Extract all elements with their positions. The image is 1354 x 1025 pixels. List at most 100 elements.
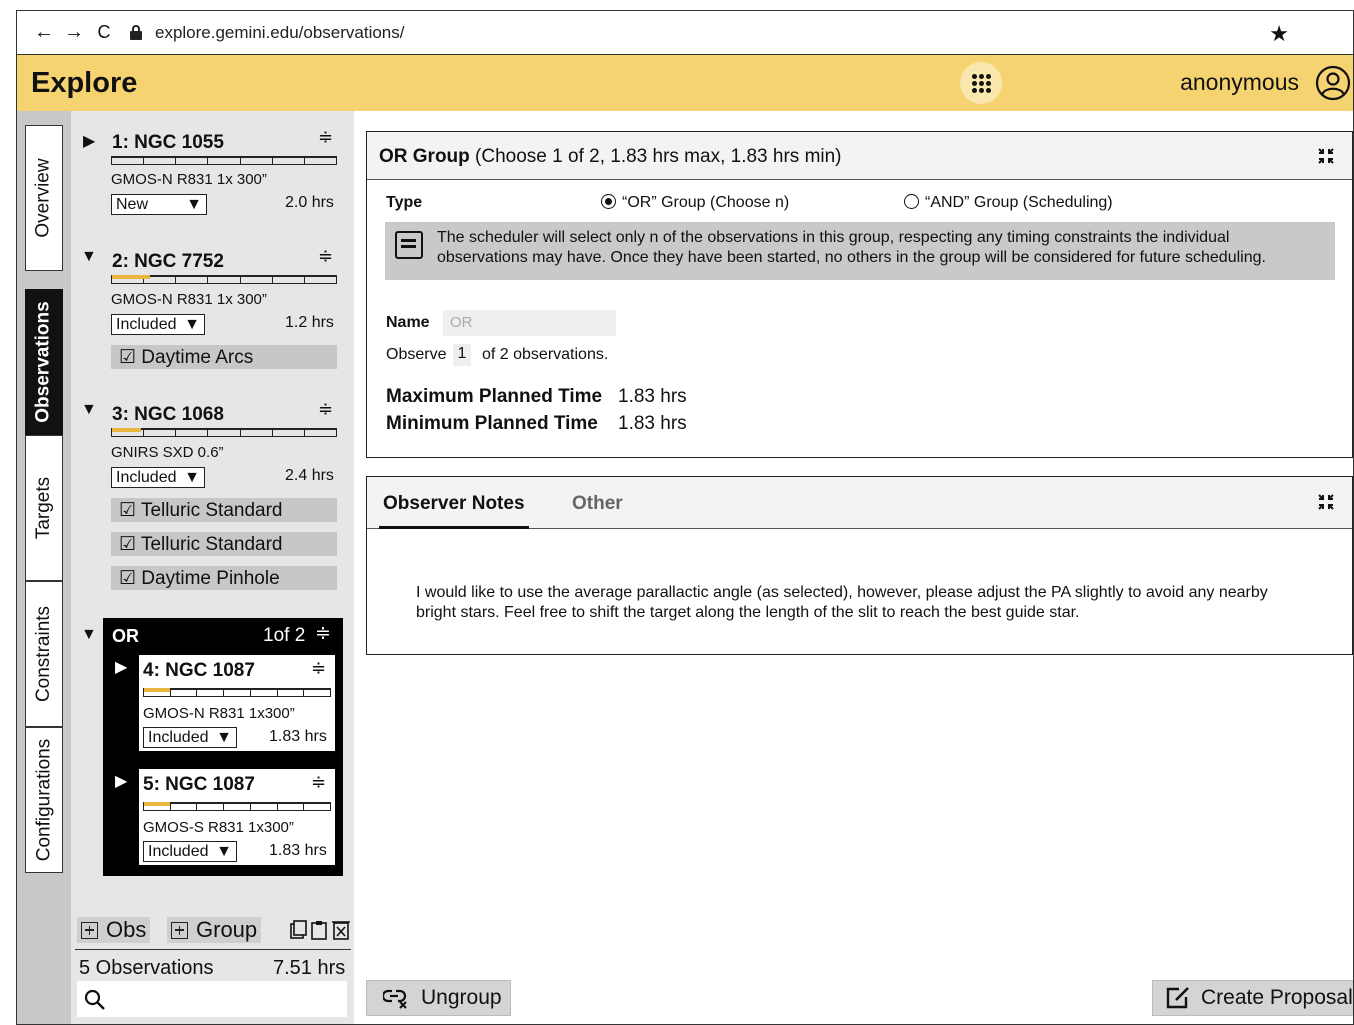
obs-config: GMOS-N R831 1x 300” xyxy=(111,171,267,188)
tab-configurations[interactable]: Configurations xyxy=(25,727,63,873)
drag-handle-icon[interactable]: ≑ xyxy=(318,246,333,267)
drag-handle-icon[interactable]: ≑ xyxy=(318,127,333,148)
group-panel-title: OR Group (Choose 1 of 2, 1.83 hrs max, 1… xyxy=(379,146,842,167)
total-hours: 7.51 hrs xyxy=(273,957,346,979)
tab-other[interactable]: Other xyxy=(572,493,623,515)
radio-empty-icon xyxy=(904,194,919,209)
back-icon[interactable]: ← xyxy=(29,21,59,44)
obs-title: 4: NGC 1087 xyxy=(143,660,255,681)
notes-tabs: Observer Notes Other xyxy=(367,477,1352,529)
progress-bar xyxy=(111,428,337,437)
drag-handle-icon[interactable]: ≑ xyxy=(315,622,331,645)
notes-panel: Observer Notes Other I would like to use… xyxy=(366,476,1353,655)
add-group-button[interactable]: Group xyxy=(167,917,262,943)
forward-icon[interactable]: → xyxy=(59,21,89,44)
type-and-radio[interactable]: “AND” Group (Scheduling) xyxy=(904,194,1113,212)
tab-observer-notes[interactable]: Observer Notes xyxy=(383,493,525,515)
bookmark-star-icon[interactable]: ★ xyxy=(1269,21,1289,47)
obs-hours: 2.0 hrs xyxy=(285,194,334,211)
or-group[interactable]: OR 1of 2 ≑ ▶ 4: NGC 1087 ≑ GMOS-N R831 1… xyxy=(103,618,343,876)
user-name: anonymous xyxy=(1180,69,1299,95)
create-proposal-button[interactable]: Create Proposal xyxy=(1152,980,1353,1016)
progress-bar xyxy=(111,156,337,165)
obs-title: 5: NGC 1087 xyxy=(143,774,255,795)
obs-hours: 1.2 hrs xyxy=(285,314,334,331)
copy-paste-delete-icons[interactable] xyxy=(288,919,354,941)
collapse-triangle-icon[interactable]: ▼ xyxy=(81,626,97,644)
status-select[interactable]: Included ▼ xyxy=(143,727,237,748)
active-tab-indicator xyxy=(379,526,529,529)
expand-triangle-icon[interactable]: ▶ xyxy=(115,771,127,791)
tree-item-obs-4[interactable]: ▶ 4: NGC 1087 ≑ GMOS-N R831 1x300” Inclu… xyxy=(115,655,335,751)
expand-triangle-icon[interactable]: ▶ xyxy=(83,131,95,151)
url-field[interactable]: explore.gemini.edu/observations/ xyxy=(155,23,404,43)
drag-handle-icon[interactable]: ≑ xyxy=(311,772,326,793)
note-icon xyxy=(395,231,423,259)
collapse-icon[interactable] xyxy=(1316,492,1336,512)
reload-icon[interactable]: C xyxy=(89,22,119,43)
progress-bar xyxy=(143,688,331,697)
divider xyxy=(75,949,351,950)
dropdown-arrow-icon: ▼ xyxy=(216,728,232,746)
progress-bar xyxy=(111,275,337,284)
max-time-value: 1.83 hrs xyxy=(618,386,687,407)
group-label: OR xyxy=(112,626,139,646)
obs-config: GMOS-N R831 1x300” xyxy=(143,705,295,722)
group-name-field[interactable]: OR xyxy=(443,310,616,336)
expand-triangle-icon[interactable]: ▶ xyxy=(115,657,127,677)
status-select[interactable]: Included ▼ xyxy=(143,841,237,862)
grid-dots-icon xyxy=(971,73,991,93)
info-text-line2: observations may have. Once they have be… xyxy=(437,249,1266,266)
ungroup-button[interactable]: Ungroup xyxy=(366,980,511,1016)
app-header: Explore anonymous xyxy=(17,55,1353,111)
calibration-daytime-pinhole[interactable]: ☑ Daytime Pinhole xyxy=(111,566,337,590)
tab-constraints[interactable]: Constraints xyxy=(25,581,63,727)
type-or-radio[interactable]: “OR” Group (Choose n) xyxy=(601,194,789,212)
obs-title: 3: NGC 1068 xyxy=(112,404,224,425)
tab-observations[interactable]: Observations xyxy=(25,289,63,435)
dropdown-arrow-icon: ▼ xyxy=(184,315,200,333)
plus-box-icon xyxy=(171,921,188,939)
lock-icon xyxy=(129,24,143,42)
observe-prefix: Observe xyxy=(386,346,447,363)
tree-item-obs-5[interactable]: ▶ 5: NGC 1087 ≑ GMOS-S R831 1x300” Inclu… xyxy=(115,769,335,865)
obs-title: 2: NGC 7752 xyxy=(112,251,224,272)
address-bar: ← → C explore.gemini.edu/observations/ ★ xyxy=(17,11,1353,55)
drag-handle-icon[interactable]: ≑ xyxy=(311,658,326,679)
add-observation-button[interactable]: Obs xyxy=(77,917,151,943)
status-select[interactable]: Included ▼ xyxy=(111,467,205,488)
name-label: Name xyxy=(386,314,430,331)
tree-search-input[interactable] xyxy=(77,981,347,1017)
observation-count: 5 Observations xyxy=(79,957,214,979)
obs-config: GMOS-S R831 1x300” xyxy=(143,819,294,836)
collapse-icon[interactable] xyxy=(1316,146,1336,166)
collapse-triangle-icon[interactable]: ▼ xyxy=(81,401,97,419)
info-text-line1: The scheduler will select only n of the … xyxy=(437,229,1230,246)
tab-targets[interactable]: Targets xyxy=(25,435,63,581)
group-count: 1of 2 xyxy=(263,625,306,646)
observation-tree: ▶ 1: NGC 1055 ≑ GMOS-N R831 1x 300” New ▼… xyxy=(71,111,354,1024)
progress-bar xyxy=(143,802,331,811)
obs-hours: 1.83 hrs xyxy=(269,728,327,745)
calibration-daytime-arcs[interactable]: ☑ Daytime Arcs xyxy=(111,345,337,369)
calibration-telluric-standard[interactable]: ☑ Telluric Standard xyxy=(111,532,337,556)
obs-hours: 1.83 hrs xyxy=(269,842,327,859)
dropdown-arrow-icon: ▼ xyxy=(186,195,202,213)
group-panel: OR Group (Choose 1 of 2, 1.83 hrs max, 1… xyxy=(366,131,1353,458)
plus-box-icon xyxy=(81,921,98,939)
status-select[interactable]: Included ▼ xyxy=(111,314,205,335)
ungroup-link-icon xyxy=(383,989,407,1009)
drag-handle-icon[interactable]: ≑ xyxy=(318,399,333,420)
status-select[interactable]: New ▼ xyxy=(111,194,207,215)
search-icon xyxy=(84,989,105,1010)
apps-menu-button[interactable] xyxy=(960,62,1002,104)
observe-count-input[interactable]: 1 xyxy=(453,344,471,366)
notes-text-line2[interactable]: bright stars. Feel free to shift the tar… xyxy=(416,604,1080,622)
collapse-triangle-icon[interactable]: ▼ xyxy=(81,248,97,266)
user-account-icon[interactable] xyxy=(1315,65,1351,101)
tab-overview[interactable]: Overview xyxy=(25,125,63,271)
notes-text-line1[interactable]: I would like to use the average parallac… xyxy=(416,584,1268,602)
calibration-telluric-standard[interactable]: ☑ Telluric Standard xyxy=(111,498,337,522)
min-time-label: Minimum Planned Time xyxy=(386,413,598,434)
type-label: Type xyxy=(386,194,423,211)
